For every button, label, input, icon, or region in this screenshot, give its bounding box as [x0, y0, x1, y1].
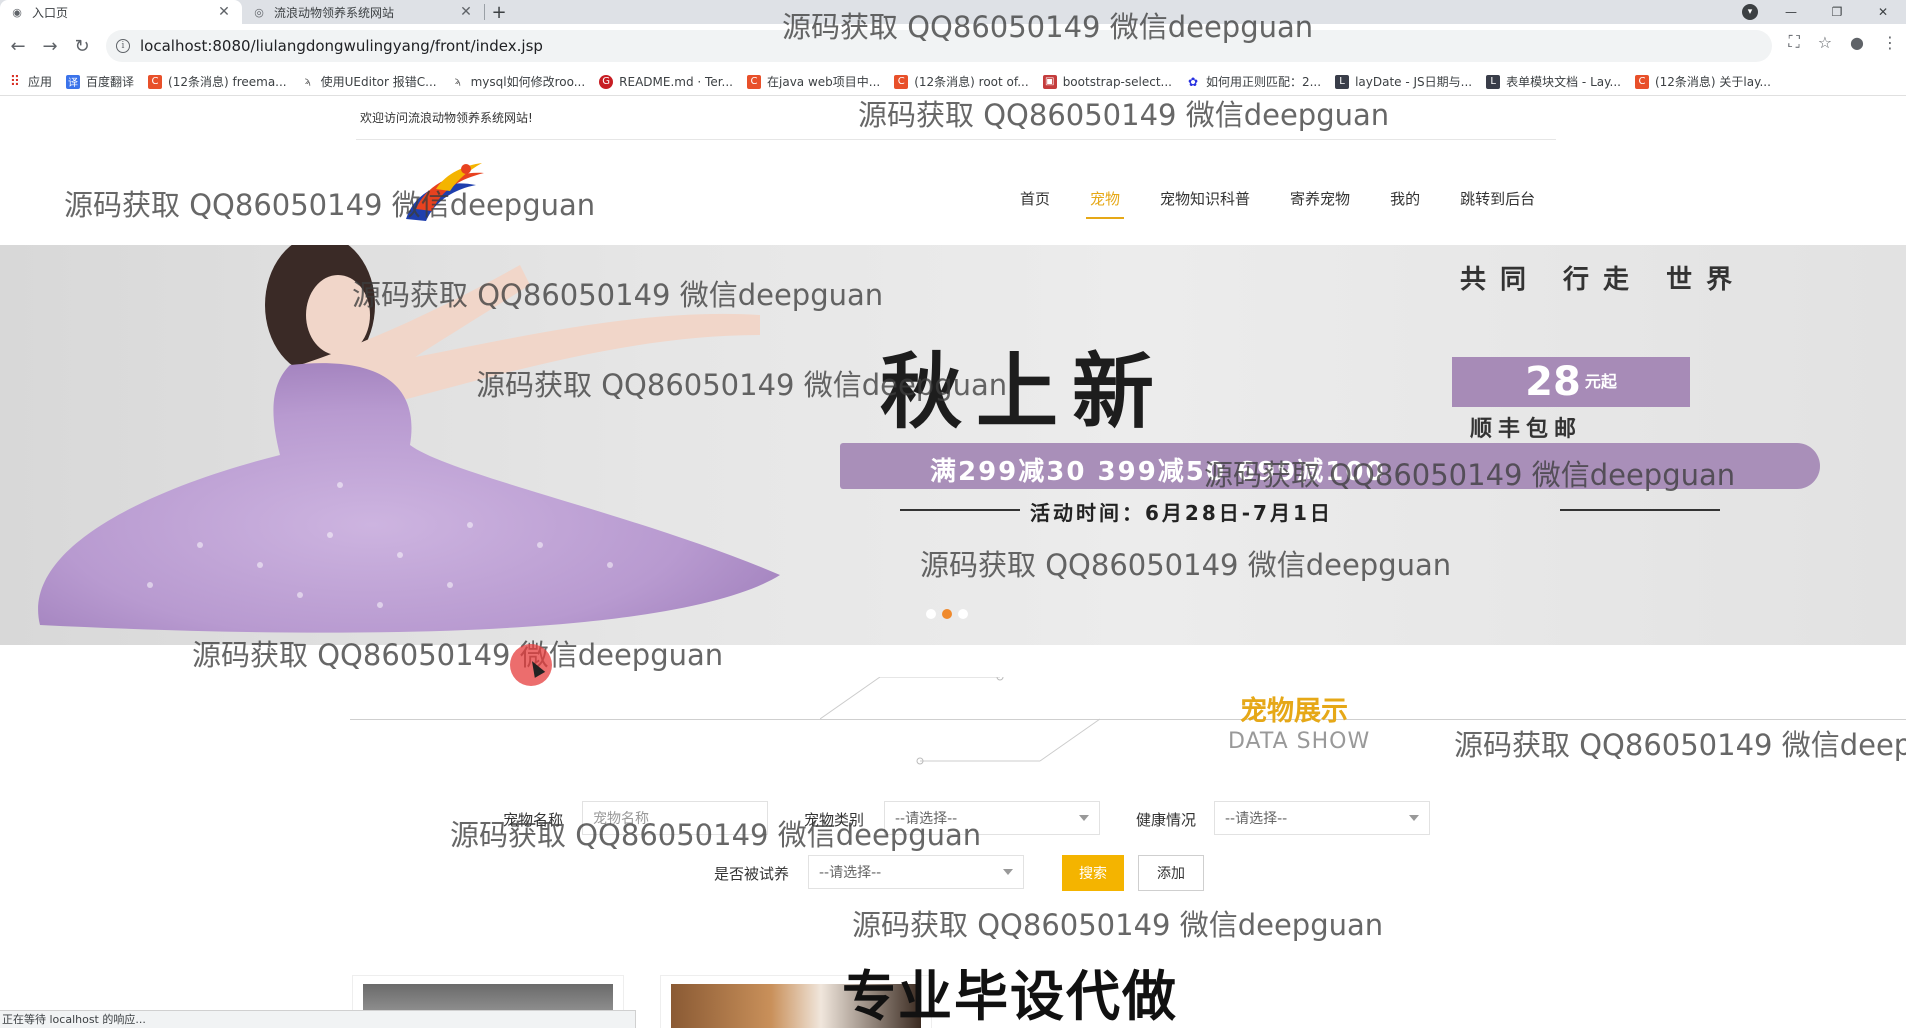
nav-mine[interactable]: 我的	[1370, 189, 1440, 219]
pet-name-input[interactable]: 宠物名称	[582, 801, 768, 835]
tab-title: 流浪动物领养系统网站	[274, 5, 395, 20]
bookmark-icon: ϡ	[454, 76, 461, 87]
translate-icon[interactable]: ⛶	[1788, 32, 1799, 52]
bookmark-icon: ϡ	[304, 76, 311, 87]
baidu-icon: ✿	[1187, 74, 1199, 89]
banner-decor-title: 共同 行走 世界	[1460, 265, 1747, 295]
apps-icon: ⠿	[9, 73, 21, 90]
minimize-icon[interactable]: —	[1768, 5, 1814, 19]
carousel-dot-active[interactable]	[942, 609, 952, 619]
bookmark-item[interactable]: G README.md · Ter...	[599, 74, 733, 89]
restore-icon[interactable]: ❐	[1814, 5, 1860, 19]
pet-type-label: 宠物类别	[804, 811, 865, 829]
search-button[interactable]: 搜索	[1062, 855, 1124, 891]
chevron-down-icon	[1003, 869, 1013, 875]
layui-icon: L	[1486, 74, 1501, 89]
close-window-icon[interactable]: ✕	[1860, 5, 1906, 19]
bookmark-item[interactable]: 译百度翻译	[66, 73, 134, 90]
nav-pets[interactable]: 宠物	[1070, 189, 1140, 219]
banner-carousel[interactable]: 共同 行走 世界 秋上新 28 元起 顺丰包邮 满299减30 399减50 69…	[0, 245, 1906, 645]
carousel-indicators	[926, 609, 968, 619]
bookmark-item[interactable]: C (12条消息) 关于lay...	[1634, 73, 1771, 90]
bookmark-item[interactable]: ϡ 使用UEditor 报错C...	[301, 73, 437, 90]
csdn-icon: C	[894, 74, 909, 89]
nav-pet-knowledge[interactable]: 宠物知识科普	[1140, 189, 1270, 219]
banner-date: 活动时间：6月28日-7月1日	[1030, 501, 1333, 525]
bookmark-icon: ▣	[1042, 74, 1057, 89]
star-icon[interactable]: ☆	[1818, 33, 1832, 52]
bookmark-item[interactable]: ✿ 如何用正则匹配：2...	[1186, 73, 1321, 90]
browser-tab-entry[interactable]: ◉ 入口页 ✕	[0, 0, 242, 24]
site-info-icon[interactable]: i	[116, 39, 130, 53]
layui-icon: L	[1335, 74, 1350, 89]
browser-status-bar: 正在等待 localhost 的响应...	[0, 1010, 636, 1028]
globe-icon: ◎	[254, 5, 264, 19]
browser-tab-site[interactable]: ◎ 流浪动物领养系统网站 ✕	[242, 0, 484, 24]
browser-tab-bar: ◉ 入口页 ✕ ◎ 流浪动物领养系统网站 ✕ + ▾ — ❐ ✕	[0, 0, 1906, 24]
csdn-icon: C	[1634, 74, 1649, 89]
back-icon[interactable]: ←	[4, 32, 32, 60]
welcome-text: 欢迎访问流浪动物领养系统网站!	[360, 111, 533, 125]
pet-type-select[interactable]: --请选择--	[884, 801, 1100, 835]
banner-promo-text: 满299减30 399减50 699减100	[930, 457, 1386, 487]
divider	[356, 139, 1556, 140]
tab-title: 入口页	[32, 5, 69, 20]
translate-icon: 译	[66, 74, 81, 89]
bookmark-item[interactable]: ▣ bootstrap-select...	[1042, 74, 1172, 89]
banner-price-unit: 元起	[1584, 372, 1617, 391]
close-tab-icon[interactable]: ✕	[216, 4, 232, 20]
bookmark-item[interactable]: C 在java web项目中...	[747, 73, 880, 90]
health-label: 健康情况	[1136, 811, 1197, 829]
bookmark-item[interactable]: ϡ mysql如何修改roo...	[451, 73, 585, 90]
nav-foster-pets[interactable]: 寄养宠物	[1270, 189, 1370, 219]
new-tab-button[interactable]: +	[485, 0, 513, 24]
web-page: 欢迎访问流浪动物领养系统网站! 首页 宠物 宠物知识科普 寄养宠物 我的 跳转到…	[0, 97, 1906, 1028]
nav-admin[interactable]: 跳转到后台	[1440, 189, 1555, 219]
promo-overlay: 专业毕设代做	[842, 965, 1178, 1028]
more-menu-icon[interactable]: ⋮	[1882, 33, 1898, 52]
carousel-dot[interactable]	[958, 609, 968, 619]
add-button[interactable]: 添加	[1138, 855, 1204, 891]
search-filters: 宠物名称 宠物名称 宠物类别 --请选择-- 健康情况 --请选择-- 是否被试…	[0, 695, 1906, 891]
csdn-icon: C	[747, 74, 761, 89]
gitee-icon: G	[599, 74, 614, 89]
divider	[1560, 509, 1720, 511]
banner-shipping: 顺丰包邮	[1470, 416, 1583, 442]
toolbar-actions: ⛶ ☆ ● ⋮	[1788, 32, 1898, 52]
chrome-menu-profile-icon[interactable]: ▾	[1742, 4, 1758, 20]
globe-icon: ◉	[12, 5, 22, 19]
bookmarks-bar: ⠿ 应用 译百度翻译 C (12条消息) freema... ϡ 使用UEditor …	[0, 68, 1906, 96]
site-logo[interactable]	[396, 159, 492, 233]
main-navigation: 首页 宠物 宠物知识科普 寄养宠物 我的 跳转到后台	[1000, 189, 1555, 219]
banner-price: 28	[1525, 359, 1581, 405]
address-url[interactable]: localhost:8080/liulangdongwulingyang/fro…	[140, 37, 543, 55]
chevron-down-icon	[1079, 815, 1089, 821]
account-icon[interactable]: ●	[1850, 33, 1864, 52]
forward-icon[interactable]: →	[36, 32, 64, 60]
pet-name-label: 宠物名称	[503, 811, 564, 829]
bookmark-item[interactable]: LlayDate - JS日期与...	[1335, 73, 1472, 90]
address-bar[interactable]: i localhost:8080/liulangdongwulingyang/f…	[106, 30, 1772, 62]
divider	[900, 509, 1020, 511]
window-controls: — ❐ ✕	[1768, 0, 1906, 24]
nav-home[interactable]: 首页	[1000, 189, 1070, 219]
bookmark-item[interactable]: C (12条消息) freema...	[148, 73, 287, 90]
reload-icon[interactable]: ↻	[68, 32, 96, 60]
bookmark-item[interactable]: ⠿ 应用	[8, 73, 52, 90]
trial-select[interactable]: --请选择--	[808, 855, 1024, 889]
bookmark-item[interactable]: L 表单模块文档 - Lay...	[1486, 73, 1621, 90]
close-tab-icon[interactable]: ✕	[458, 4, 474, 20]
trial-label: 是否被试养	[714, 865, 790, 883]
csdn-icon: C	[148, 74, 163, 89]
bookmark-item[interactable]: C (12条消息) root of...	[894, 73, 1029, 90]
browser-toolbar: ← → ↻ i localhost:8080/liulangdongwuling…	[0, 24, 1906, 68]
banner-price-badge: 28 元起	[1452, 357, 1690, 407]
carousel-dot[interactable]	[926, 609, 936, 619]
banner-headline: 秋上新	[880, 344, 1169, 440]
health-select[interactable]: --请选择--	[1214, 801, 1430, 835]
chevron-down-icon	[1409, 815, 1419, 821]
